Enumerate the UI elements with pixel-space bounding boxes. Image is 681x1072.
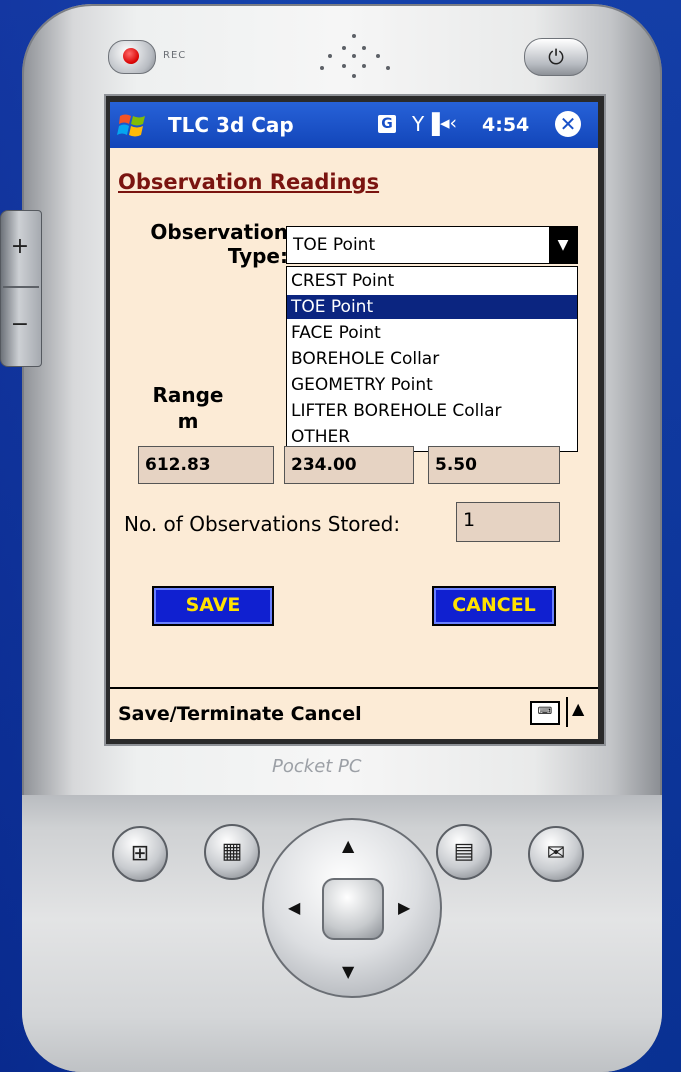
calendar-hardware-button-icon[interactable]: ▦: [204, 824, 260, 880]
dropdown-option-borehole-collar[interactable]: BOREHOLE Collar: [287, 347, 577, 371]
pocket-pc-logo: Pocket PC: [272, 756, 362, 777]
range-label: Range m: [148, 382, 228, 434]
page-title: Observation Readings: [118, 170, 380, 194]
select-current-value: TOE Point: [293, 235, 376, 255]
dropdown-option-face-point[interactable]: FACE Point: [287, 321, 577, 345]
keyboard-icon[interactable]: ⌨: [530, 701, 560, 725]
input-panel-arrow-icon[interactable]: ▲: [572, 699, 584, 718]
side-divider: [3, 286, 39, 288]
observation-type-label-line2: Type:: [227, 244, 288, 268]
app-title: TLC 3d Cap: [168, 113, 294, 137]
command-bar-divider: [566, 697, 568, 727]
dpad-right-arrow-icon[interactable]: ▶: [398, 898, 410, 917]
dropdown-option-crest-point[interactable]: CREST Point: [287, 269, 577, 293]
command-bar-text[interactable]: Save/Terminate Cancel: [118, 703, 362, 725]
third-reading-field[interactable]: 5.50: [428, 446, 560, 484]
dpad-up-arrow-icon[interactable]: ▲: [342, 836, 354, 855]
observation-count-label: No. of Observations Stored:: [124, 512, 401, 536]
gprs-icon[interactable]: G: [378, 115, 396, 133]
speaker-grille-icon: [316, 30, 396, 90]
observation-type-label-line1: Observation: [150, 220, 288, 244]
contacts-hardware-button-icon[interactable]: ▤: [436, 824, 492, 880]
observation-type-label: Observation Type:: [128, 220, 288, 268]
cancel-button[interactable]: CANCEL: [432, 586, 556, 626]
dropdown-option-geometry-point[interactable]: GEOMETRY Point: [287, 373, 577, 397]
side-volume-control[interactable]: + −: [0, 210, 42, 367]
power-button[interactable]: ⏻: [524, 38, 588, 76]
dpad-down-arrow-icon[interactable]: ▼: [342, 962, 354, 981]
dropdown-option-lifter-borehole-collar[interactable]: LIFTER BOREHOLE Collar: [287, 399, 577, 423]
record-icon: [123, 48, 139, 64]
record-label: REC: [163, 50, 187, 61]
save-button[interactable]: SAVE: [152, 586, 274, 626]
observation-count-field[interactable]: 1: [456, 502, 560, 542]
dpad-left-arrow-icon[interactable]: ◀: [288, 898, 300, 917]
signal-icon[interactable]: Y▐: [412, 112, 440, 136]
title-bar: TLC 3d Cap G Y▐ ◂‹ 4:54 ✕: [110, 102, 598, 148]
clock[interactable]: 4:54: [482, 114, 529, 136]
form-content: Observation Readings Observation Type: T…: [110, 148, 598, 687]
observation-type-select[interactable]: TOE Point ▼: [286, 226, 578, 264]
volume-down-button[interactable]: −: [5, 295, 35, 355]
chevron-down-icon[interactable]: ▼: [549, 227, 577, 263]
dpad-action-button[interactable]: [322, 878, 384, 940]
volume-up-button[interactable]: +: [5, 217, 35, 277]
observation-type-dropdown-list: CREST Point TOE Point FACE Point BOREHOL…: [286, 266, 578, 452]
second-reading-field[interactable]: 234.00: [284, 446, 414, 484]
close-icon[interactable]: ✕: [555, 111, 581, 137]
range-field[interactable]: 612.83: [138, 446, 274, 484]
windows-hardware-button-icon[interactable]: ⊞: [112, 826, 168, 882]
dropdown-option-toe-point[interactable]: TOE Point: [287, 295, 577, 319]
volume-icon[interactable]: ◂‹: [440, 112, 457, 134]
windows-start-icon[interactable]: [116, 108, 150, 142]
inbox-hardware-button-icon[interactable]: ✉: [528, 826, 584, 882]
command-bar: Save/Terminate Cancel ⌨ ▲: [110, 687, 598, 739]
range-unit-label: m: [177, 409, 199, 433]
range-label-line1: Range: [152, 383, 224, 407]
